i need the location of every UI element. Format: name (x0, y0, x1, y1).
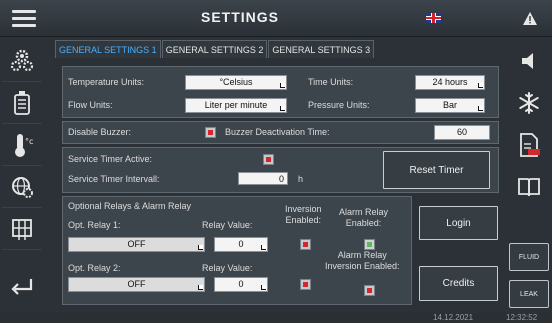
disable-buzzer-label: Disable Buzzer: (68, 127, 132, 137)
relays-section-title: Optional Relays & Alarm Relay (68, 201, 192, 211)
settings-content: Temperature Units: °Celsius Time Units: … (55, 58, 505, 310)
settings-gears-icon[interactable] (2, 41, 42, 82)
alarm-relay-inversion-checkbox[interactable] (364, 285, 375, 296)
pressure-units-label: Pressure Units: (308, 100, 370, 110)
temperature-units-dropdown[interactable]: °Celsius (185, 75, 287, 90)
buzzer-deactivation-label: Buzzer Deactivation Time: (225, 127, 330, 137)
service-timer-active-checkbox[interactable] (263, 154, 274, 165)
manual-book-icon[interactable] (509, 167, 549, 207)
relay2-inversion-checkbox[interactable] (300, 279, 311, 290)
leak-button[interactable]: LEAK (509, 280, 549, 308)
tank-icon[interactable] (2, 83, 42, 124)
relay1-dropdown[interactable]: OFF (68, 237, 205, 252)
footer-time: 12:32:52 (506, 313, 538, 322)
disable-buzzer-checkbox[interactable] (205, 127, 216, 138)
settings-tabs: GENERAL SETTINGS 1 GENERAL SETTINGS 2 GE… (55, 40, 375, 59)
relay2-dropdown[interactable]: OFF (68, 277, 205, 292)
heat-exchanger-icon[interactable] (2, 209, 42, 250)
relay1-inversion-checkbox[interactable] (300, 239, 311, 250)
units-panel: Temperature Units: °Celsius Time Units: … (62, 66, 499, 118)
tab-general-settings-2[interactable]: GENERAL SETTINGS 2 (161, 40, 268, 59)
alarm-relay-enabled-label: Alarm Relay Enabled: (339, 207, 389, 228)
tab-general-settings-1[interactable]: GENERAL SETTINGS 1 (55, 40, 161, 59)
relay2-value-input[interactable]: 0 (214, 277, 268, 292)
left-sidebar: °c (0, 37, 46, 313)
login-button[interactable]: Login (419, 206, 498, 240)
credits-button[interactable]: Credits (419, 266, 498, 301)
temperature-units-label: Temperature Units: (68, 77, 145, 87)
relay2-value-label: Relay Value: (202, 263, 253, 273)
flow-units-label: Flow Units: (68, 100, 113, 110)
network-settings-icon[interactable] (2, 167, 42, 208)
service-timer-interval-label: Service Timer Intervall: (68, 174, 160, 184)
fluid-button[interactable]: FLUID (509, 243, 549, 271)
service-timer-unit: h (298, 174, 304, 184)
service-timer-panel: Service Timer Active: Service Timer Inte… (62, 147, 499, 193)
flow-units-dropdown[interactable]: Liter per minute (185, 98, 287, 113)
svg-text:°c: °c (25, 137, 33, 146)
thermometer-icon[interactable]: °c (2, 125, 42, 166)
snowflake-icon[interactable] (509, 83, 549, 123)
buzzer-deactivation-input[interactable]: 60 (434, 125, 490, 140)
time-units-dropdown[interactable]: 24 hours (415, 75, 485, 90)
page-title: SETTINGS (200, 9, 279, 25)
top-bar: SETTINGS (0, 0, 552, 37)
right-sidebar: FLUID LEAK (505, 37, 552, 313)
alarm-relay-enabled-checkbox[interactable] (364, 239, 375, 250)
reset-timer-button[interactable]: Reset Timer (383, 151, 490, 189)
pdf-document-icon[interactable] (509, 125, 549, 165)
uk-flag-icon[interactable] (426, 13, 441, 23)
relay2-label: Opt. Relay 2: (68, 263, 121, 273)
relay1-value-input[interactable]: 0 (214, 237, 268, 252)
service-timer-interval-input[interactable]: 0 (238, 172, 288, 185)
relay1-value-label: Relay Value: (202, 220, 253, 230)
pressure-units-dropdown[interactable]: Bar (415, 98, 485, 113)
footer-date: 14.12.2021 (433, 313, 474, 322)
tab-general-settings-3[interactable]: GENERAL SETTINGS 3 (268, 40, 375, 59)
service-timer-active-label: Service Timer Active: (68, 154, 153, 164)
relay1-label: Opt. Relay 1: (68, 220, 121, 230)
relays-panel: Optional Relays & Alarm Relay Opt. Relay… (62, 196, 412, 305)
alarm-relay-inversion-label: Alarm Relay Inversion Enabled: (325, 250, 400, 271)
menu-icon[interactable] (0, 0, 48, 36)
buzzer-panel: Disable Buzzer: Buzzer Deactivation Time… (62, 121, 499, 144)
warning-icon[interactable] (508, 0, 552, 36)
volume-icon[interactable] (509, 41, 549, 81)
inversion-enabled-label: Inversion Enabled: (285, 204, 322, 225)
back-icon[interactable] (2, 267, 42, 307)
time-units-label: Time Units: (308, 77, 354, 87)
